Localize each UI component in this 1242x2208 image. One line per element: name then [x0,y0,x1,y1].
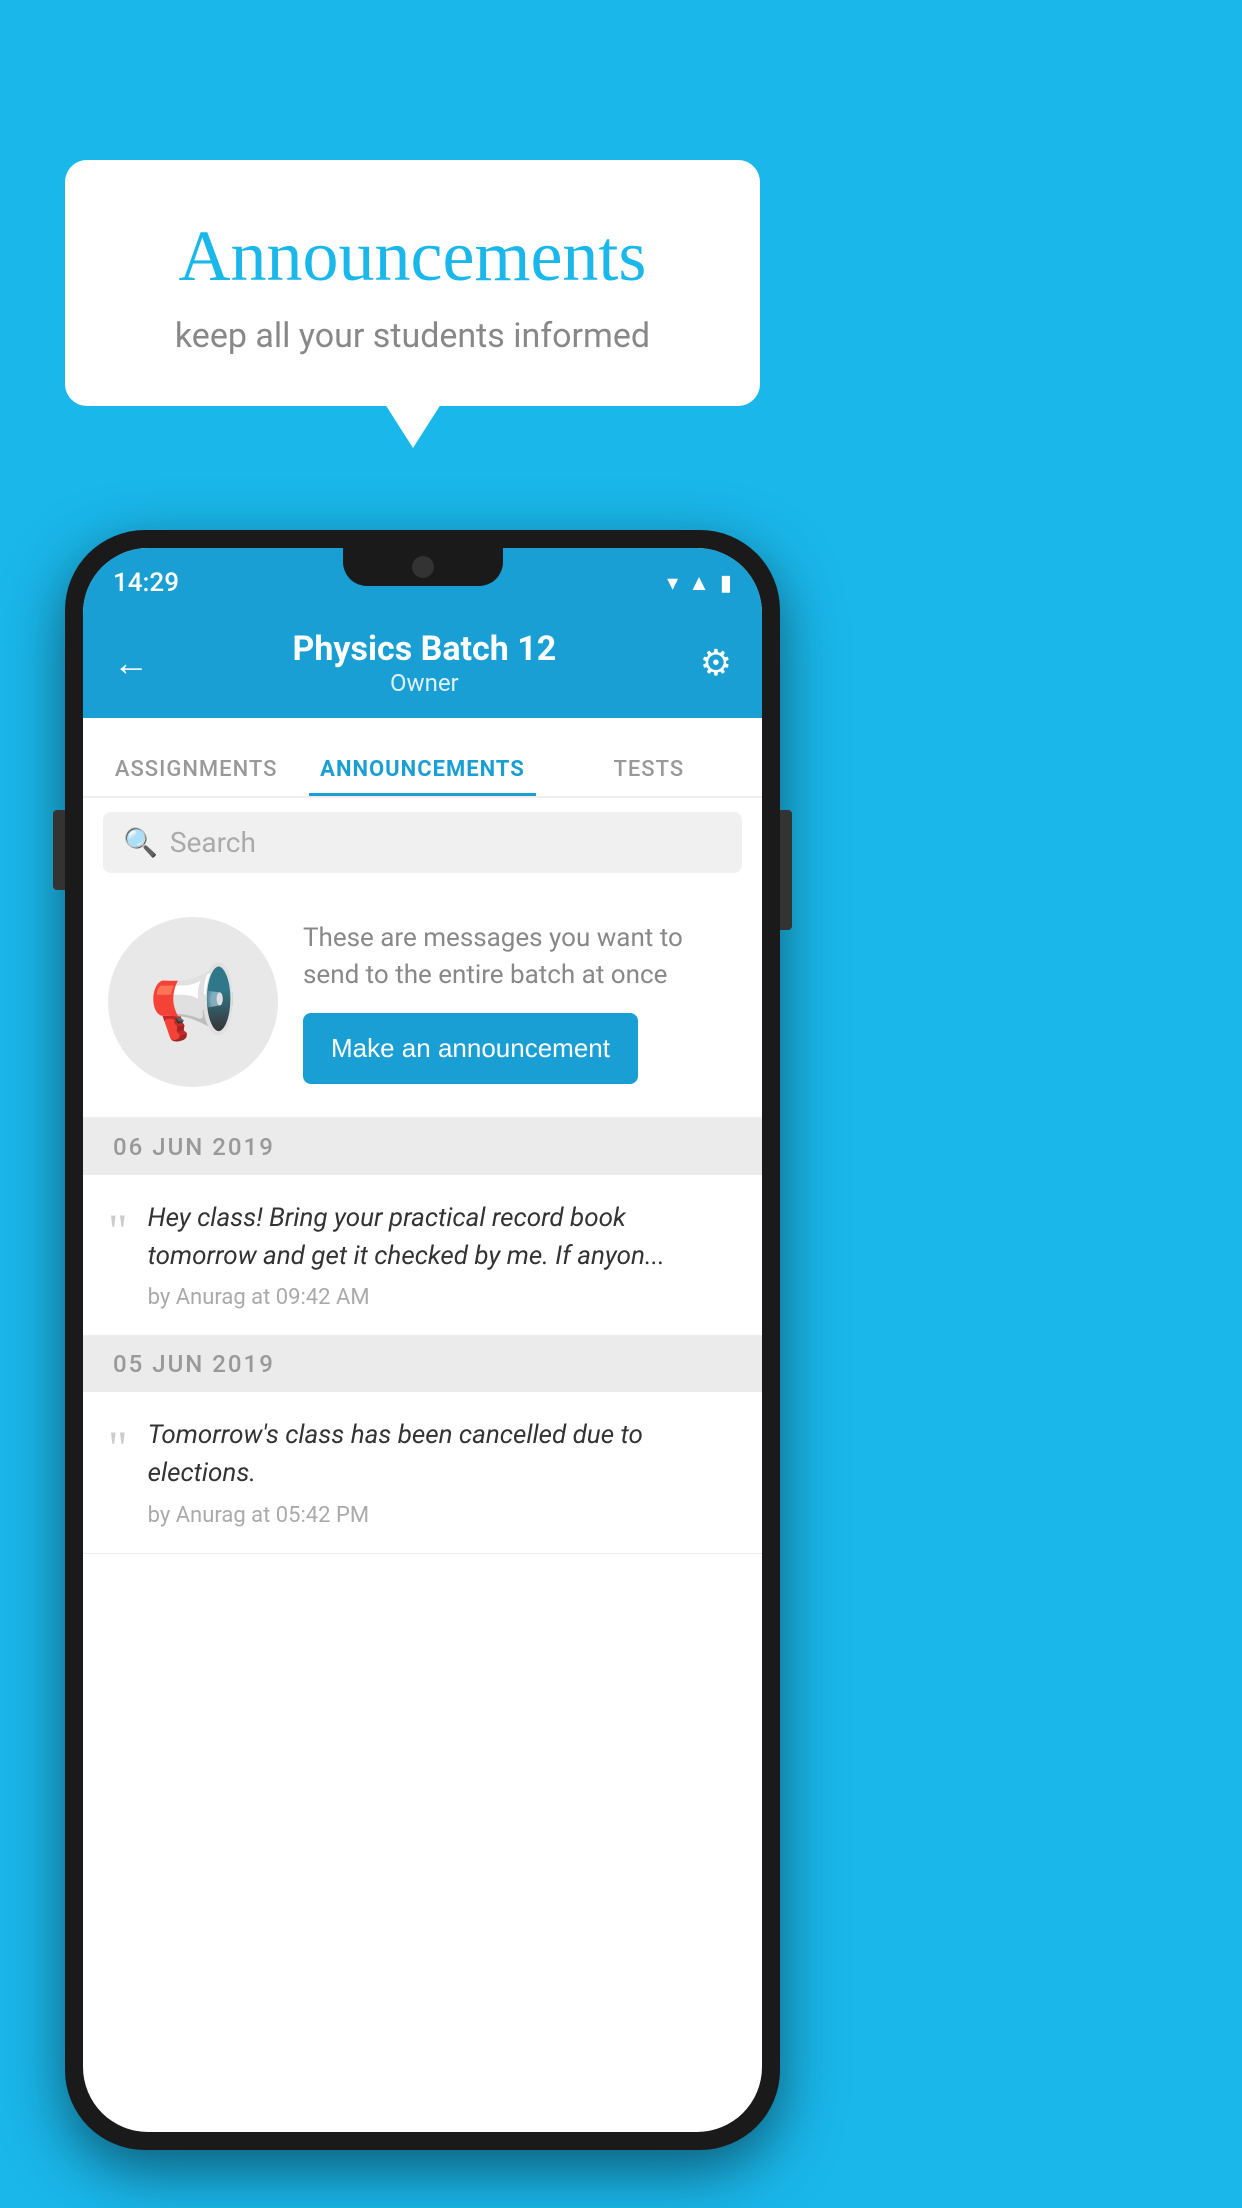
announcement-meta-1: by Anurag at 09:42 AM [148,1285,737,1310]
speech-bubble-title: Announcements [115,215,710,298]
tab-announcements[interactable]: ANNOUNCEMENTS [309,757,535,796]
phone-screen: 14:29 ▾ ▲ ▮ ← Physics Batch 12 Owner ⚙ A… [83,548,762,2132]
header-subtitle: Owner [292,669,556,697]
speech-bubble-wrapper: Announcements keep all your students inf… [65,160,760,406]
make-announcement-button[interactable]: Make an announcement [303,1013,638,1084]
cta-description: These are messages you want to send to t… [303,920,737,993]
back-button[interactable]: ← [113,642,149,684]
signal-icon: ▲ [688,570,710,596]
announcement-content-2: Tomorrow's class has been cancelled due … [148,1417,737,1527]
battery-icon: ▮ [720,571,732,596]
announcement-item-2[interactable]: " Tomorrow's class has been cancelled du… [83,1392,762,1553]
gear-icon[interactable]: ⚙ [700,642,732,684]
phone-notch [343,548,503,586]
tab-bar: ASSIGNMENTS ANNOUNCEMENTS TESTS [83,718,762,798]
camera-dot [412,556,434,578]
announcement-item-1[interactable]: " Hey class! Bring your practical record… [83,1175,762,1336]
quote-icon-2: " [108,1425,128,1473]
speech-bubble-subtitle: keep all your students informed [115,316,710,356]
search-bar: 🔍 Search [83,798,762,887]
phone-wrapper: 14:29 ▾ ▲ ▮ ← Physics Batch 12 Owner ⚙ A… [65,530,780,2150]
megaphone-icon: 📢 [148,960,238,1045]
cta-right: These are messages you want to send to t… [303,920,737,1084]
announcement-text-1: Hey class! Bring your practical record b… [148,1200,737,1275]
app-header: ← Physics Batch 12 Owner ⚙ [83,608,762,718]
quote-icon-1: " [108,1208,128,1256]
wifi-icon: ▾ [667,571,678,596]
search-icon: 🔍 [123,826,158,859]
search-placeholder-text: Search [170,826,256,859]
speech-bubble: Announcements keep all your students inf… [65,160,760,406]
header-title: Physics Batch 12 [292,629,556,669]
header-title-wrapper: Physics Batch 12 Owner [292,629,556,697]
announcement-content-1: Hey class! Bring your practical record b… [148,1200,737,1310]
content-area: 🔍 Search 📢 These are messages you want t… [83,798,762,1554]
tab-assignments[interactable]: ASSIGNMENTS [83,757,309,796]
date-separator-1: 06 JUN 2019 [83,1119,762,1175]
megaphone-circle: 📢 [108,917,278,1087]
announcement-text-2: Tomorrow's class has been cancelled due … [148,1417,737,1492]
phone-outer: 14:29 ▾ ▲ ▮ ← Physics Batch 12 Owner ⚙ A… [65,530,780,2150]
announcement-meta-2: by Anurag at 05:42 PM [148,1503,737,1528]
announcement-cta: 📢 These are messages you want to send to… [83,887,762,1119]
date-separator-2: 05 JUN 2019 [83,1336,762,1392]
tab-tests[interactable]: TESTS [536,757,762,796]
search-input-wrapper[interactable]: 🔍 Search [103,812,742,873]
status-icons: ▾ ▲ ▮ [667,570,732,596]
status-time: 14:29 [113,568,179,598]
